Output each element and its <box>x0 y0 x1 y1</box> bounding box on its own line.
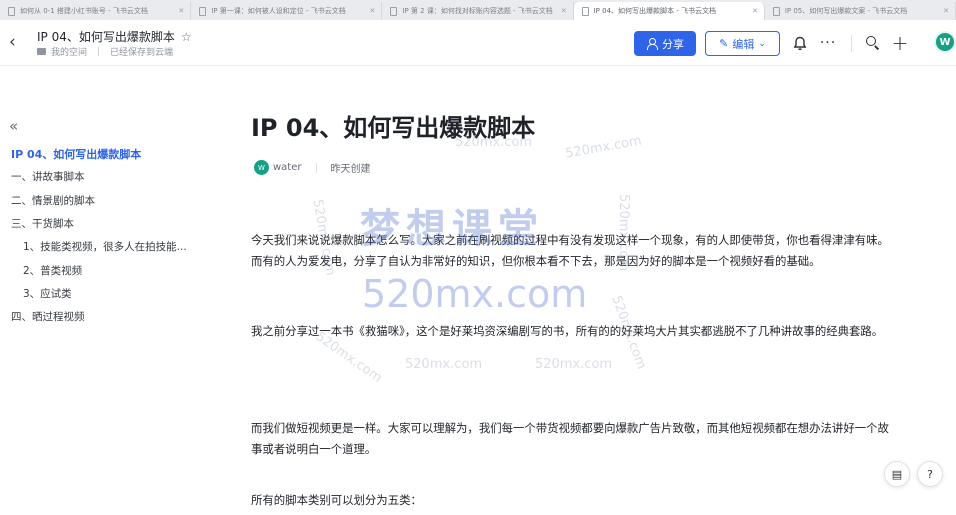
avatar[interactable]: W <box>934 31 956 53</box>
tab-label: IP 04、如何写出爆款脚本 - 飞书云文档 <box>593 7 717 15</box>
plus-icon[interactable]: + <box>890 32 910 54</box>
close-icon[interactable]: ✕ <box>561 7 567 15</box>
browser-tab[interactable]: IP 第一课：如何被人设和定位 - 飞书云文档 ✕ <box>191 2 383 20</box>
more-icon[interactable]: ··· <box>818 32 838 54</box>
outline-item[interactable]: 一、讲故事脚本 <box>11 165 196 188</box>
star-icon[interactable]: ☆ <box>181 30 192 44</box>
document-icon: ▤ <box>891 467 903 481</box>
author-row: W water 昨天创建 <box>254 160 371 175</box>
watermark-url: 520mx.com <box>362 272 588 316</box>
document-body: IP 04、如何写出爆款脚本 W water 昨天创建 今天我们来说说爆款脚本怎… <box>251 110 891 507</box>
header-title-row: IP 04、如何写出爆款脚本 ☆ <box>37 28 192 45</box>
outline-item[interactable]: 四、晒过程视频 <box>11 305 196 328</box>
browser-tab[interactable]: IP 第 2 课：如何找对标账内容选题 - 飞书云文档 ✕ <box>382 2 574 20</box>
share-label: 分享 <box>662 37 684 51</box>
collapse-outline-icon[interactable]: « <box>9 117 18 135</box>
folder-icon <box>37 48 46 55</box>
close-icon[interactable]: ✕ <box>178 7 184 15</box>
outline-item-title[interactable]: IP 04、如何写出爆款脚本 <box>11 142 196 165</box>
document-icon <box>772 6 780 16</box>
back-button[interactable]: ‹ <box>9 33 25 51</box>
outline-subitem[interactable]: 2、普类视频 <box>11 258 196 281</box>
page-title[interactable]: IP 04、如何写出爆款脚本 <box>251 110 891 146</box>
close-icon[interactable]: ✕ <box>370 7 376 15</box>
document-icon <box>581 6 589 16</box>
browser-tab-active[interactable]: IP 04、如何写出爆款脚本 - 飞书云文档 ✕ <box>573 2 765 20</box>
browser-tab-strip: 如何从 0-1 搭建小红书账号 - 飞书云文档 ✕ IP 第一课：如何被人设和定位… <box>0 0 956 20</box>
document-icon <box>390 6 398 16</box>
document-header: ‹ IP 04、如何写出爆款脚本 ☆ 我的空间 已经保存到云端 分享 ✎ 编辑 … <box>0 20 956 66</box>
author-name[interactable]: water <box>273 162 302 173</box>
pencil-icon: ✎ <box>719 37 729 50</box>
outline-item[interactable]: 二、情景剧的脚本 <box>11 189 196 212</box>
help-button[interactable]: ? <box>917 461 943 487</box>
chevron-down-icon: ⌄ <box>758 38 766 49</box>
document-icon <box>199 6 207 16</box>
close-icon[interactable]: ✕ <box>752 7 758 15</box>
divider <box>851 35 852 52</box>
tab-label: IP 05、如何写出爆款文案 - 飞书云文档 <box>784 7 908 15</box>
divider <box>315 162 317 173</box>
help-icon: ? <box>927 467 933 481</box>
edit-label: 编辑 <box>732 37 755 51</box>
tab-label: IP 第一课：如何被人设和定位 - 飞书云文档 <box>211 7 346 15</box>
tab-label: IP 第 2 课：如何找对标账内容选题 - 飞书云文档 <box>402 7 553 15</box>
created-time: 昨天创建 <box>330 164 371 175</box>
paragraph[interactable]: 所有的脚本类别可以划分为五类： <box>251 490 891 511</box>
paragraph[interactable]: 而我们做短视频更是一样。大家可以理解为，我们每一个带货视频都要向爆款广告片致敬，… <box>251 418 891 460</box>
watermark-url: 520mx.com <box>535 357 613 372</box>
edit-button[interactable]: ✎ 编辑 ⌄ <box>705 31 780 56</box>
divider <box>98 47 100 56</box>
document-icon <box>8 6 15 16</box>
breadcrumb-location[interactable]: 我的空间 <box>51 45 87 58</box>
outline-item[interactable]: 三、干货脚本 <box>11 212 196 235</box>
paragraph[interactable]: 我之前分享过一本书《救猫咪》，这个是好莱坞资深编剧写的书，所有的的好莱坞大片其实… <box>251 321 891 342</box>
close-icon[interactable]: ✕ <box>943 7 949 15</box>
outline-subitem[interactable]: 3、应试类 <box>11 282 196 305</box>
chevron-left-icon: ‹ <box>9 32 16 52</box>
header-doc-title[interactable]: IP 04、如何写出爆款脚本 <box>37 28 175 45</box>
watermark-url: 520mx.com <box>405 357 483 372</box>
share-button[interactable]: 分享 <box>634 31 696 56</box>
browser-tab[interactable]: IP 05、如何写出爆款文案 - 飞书云文档 ✕ <box>765 2 956 20</box>
document-helper-button[interactable]: ▤ <box>884 461 910 487</box>
user-icon <box>646 38 658 50</box>
outline-subitem[interactable]: 1、技能类视频，很多人在拍技能... <box>11 235 196 258</box>
paragraph[interactable]: 今天我们来说说爆款脚本怎么写。大家之前在刷视频的过程中有没有发现这样一个现象，有… <box>251 230 891 272</box>
browser-tab[interactable]: 如何从 0-1 搭建小红书账号 - 飞书云文档 ✕ <box>0 2 192 20</box>
search-icon[interactable] <box>862 32 882 54</box>
tab-label: 如何从 0-1 搭建小红书账号 - 飞书云文档 <box>20 7 148 15</box>
outline-sidebar: IP 04、如何写出爆款脚本 一、讲故事脚本 二、情景剧的脚本 三、干货脚本 1… <box>11 142 196 328</box>
save-status: 已经保存到云端 <box>110 48 174 58</box>
author-avatar[interactable]: W <box>254 160 269 175</box>
bell-icon[interactable] <box>790 32 810 54</box>
breadcrumb: 我的空间 已经保存到云端 <box>37 45 173 58</box>
